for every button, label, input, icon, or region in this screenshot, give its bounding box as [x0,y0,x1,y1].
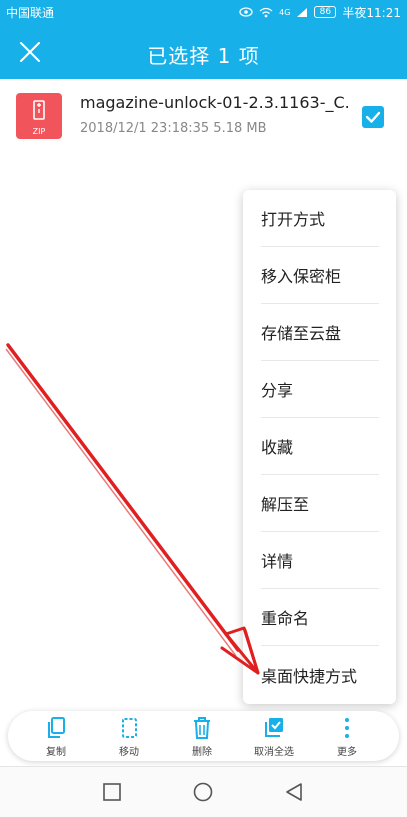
delete-button[interactable]: 删除 [166,711,238,761]
file-meta: 2018/12/1 23:18:35 5.18 MB [80,121,267,136]
move-icon [122,718,137,738]
copy-icon [48,717,65,738]
select-all-icon [265,718,283,737]
bottom-action-toolbar: 复制 移动 删除 取消全选 更多 [8,711,399,761]
move-button[interactable]: 移动 [93,711,165,761]
menu-item-details[interactable]: 详情 [261,532,379,589]
status-icons: 4G 86 半夜11:21 [239,4,401,21]
selection-checkbox[interactable] [362,106,384,128]
status-bar: 中国联通 4G 86 半夜11:21 [0,0,407,24]
copy-button[interactable]: 复制 [20,711,92,761]
context-menu: 打开方式 移入保密柜 存储至云盘 分享 收藏 解压至 详情 重命名 桌面快捷方式 [243,190,396,704]
copy-label: 复制 [46,747,66,758]
signal-icon [297,7,308,17]
system-nav-bar [0,766,407,817]
network-type: 4G [279,7,291,17]
file-type-label: ZIP [32,127,46,136]
file-list-item[interactable]: ZIP magazine-unlock-01-2.3.1163-_C... 20… [0,79,407,159]
trash-icon [194,717,210,739]
annotation-arrow-icon [5,343,260,675]
menu-item-extract-to[interactable]: 解压至 [261,475,379,532]
menu-item-favorite[interactable]: 收藏 [261,418,379,475]
zip-file-icon: ZIP [16,93,62,139]
carrier-name: 中国联通 [6,5,55,20]
zipper-icon [33,100,45,120]
menu-item-share[interactable]: 分享 [261,361,379,418]
recent-apps-icon[interactable] [100,780,124,804]
back-icon[interactable] [282,780,306,804]
battery-indicator: 86 [314,6,337,18]
menu-item-rename[interactable]: 重命名 [261,589,379,646]
more-vertical-icon [345,718,349,738]
menu-item-move-to-safe[interactable]: 移入保密柜 [261,247,379,304]
wifi-icon [259,7,273,17]
deselect-all-label: 取消全选 [254,747,294,758]
move-label: 移动 [119,747,139,758]
more-button[interactable]: 更多 [311,711,383,761]
file-name: magazine-unlock-01-2.3.1163-_C... [80,93,350,112]
menu-item-desktop-shortcut[interactable]: 桌面快捷方式 [261,646,379,703]
delete-label: 删除 [192,747,212,758]
home-icon[interactable] [191,780,215,804]
eye-icon [239,7,253,17]
menu-item-open-with[interactable]: 打开方式 [261,190,379,247]
clock: 半夜11:21 [342,5,401,20]
check-icon [365,111,381,123]
menu-item-save-to-cloud[interactable]: 存储至云盘 [261,304,379,361]
page-title: 已选择 1 项 [147,44,260,68]
more-label: 更多 [337,747,357,758]
app-bar: 已选择 1 项 [0,24,407,79]
deselect-all-button[interactable]: 取消全选 [238,711,310,761]
